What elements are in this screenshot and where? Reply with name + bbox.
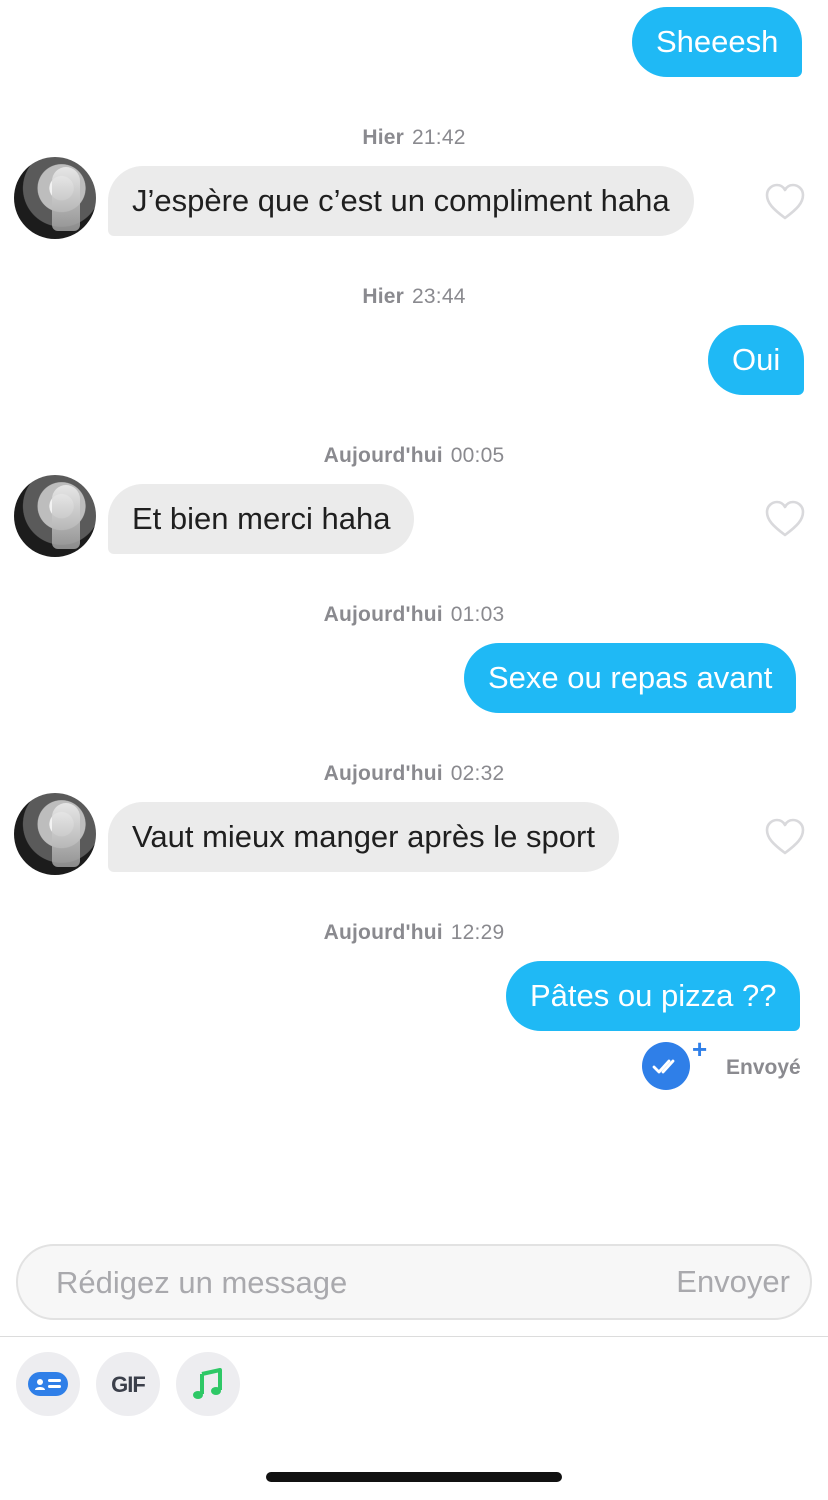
timestamp-day: Aujourd'hui — [323, 444, 443, 467]
message-timestamp: Aujourd'hui 02:32 — [0, 762, 828, 786]
message-timestamp: Aujourd'hui 00:05 — [0, 444, 828, 468]
contact-avatar[interactable] — [14, 475, 96, 557]
timestamp-time: 12:29 — [450, 921, 505, 944]
message-timestamp: Hier 23:44 — [0, 285, 828, 309]
gif-icon: GIF — [111, 1372, 146, 1397]
message-timestamp: Hier 21:42 — [0, 126, 828, 150]
music-button[interactable] — [176, 1352, 240, 1416]
timestamp-time: 23:44 — [412, 285, 466, 308]
contact-avatar[interactable] — [14, 793, 96, 875]
home-indicator[interactable] — [266, 1472, 562, 1482]
timestamp-day: Aujourd'hui — [323, 603, 443, 626]
message-bubble-incoming[interactable]: Et bien merci haha — [108, 484, 415, 554]
gif-button[interactable]: GIF — [96, 1352, 160, 1416]
timestamp-day: Aujourd'hui — [323, 921, 443, 944]
heart-outline-icon[interactable] — [764, 817, 806, 857]
timestamp-day: Hier — [362, 126, 405, 149]
message-bubble-outgoing[interactable]: Pâtes ou pizza ?? — [506, 961, 801, 1031]
heart-outline-icon[interactable] — [764, 499, 806, 539]
timestamp-time: 02:32 — [450, 762, 505, 785]
id-card-icon — [28, 1372, 68, 1396]
timestamp-time: 21:42 — [412, 126, 466, 149]
toolbar-divider — [0, 1336, 828, 1337]
message-timestamp: Aujourd'hui 12:29 — [0, 921, 828, 945]
message-bubble-outgoing[interactable]: Sheeesh — [632, 7, 803, 77]
heart-outline-icon[interactable] — [764, 182, 806, 222]
plus-icon[interactable]: + — [692, 1034, 707, 1065]
message-timestamp: Aujourd'hui 01:03 — [0, 603, 828, 627]
send-button[interactable]: Envoyer — [676, 1264, 790, 1300]
message-composer: Envoyer — [16, 1244, 812, 1320]
message-bubble-incoming[interactable]: Vaut mieux manger après le sport — [108, 802, 619, 872]
timestamp-time: 00:05 — [450, 444, 505, 467]
message-bubble-outgoing[interactable]: Oui — [708, 325, 805, 395]
status-text: Envoyé — [726, 1056, 801, 1079]
contact-avatar[interactable] — [14, 157, 96, 239]
timestamp-time: 01:03 — [450, 603, 505, 626]
music-note-icon — [193, 1368, 222, 1399]
message-bubble-incoming[interactable]: J’espère que c’est un compliment haha — [108, 166, 694, 236]
message-bubble-outgoing[interactable]: Sexe ou repas avant — [464, 643, 797, 713]
message-input[interactable] — [56, 1258, 616, 1308]
timestamp-day: Aujourd'hui — [323, 762, 443, 785]
timestamp-day: Hier — [362, 285, 405, 308]
read-receipt-badge[interactable] — [642, 1042, 690, 1090]
double-check-icon — [652, 1059, 675, 1074]
card-button[interactable] — [16, 1352, 80, 1416]
delivery-status: + Envoyé — [640, 1034, 810, 1092]
